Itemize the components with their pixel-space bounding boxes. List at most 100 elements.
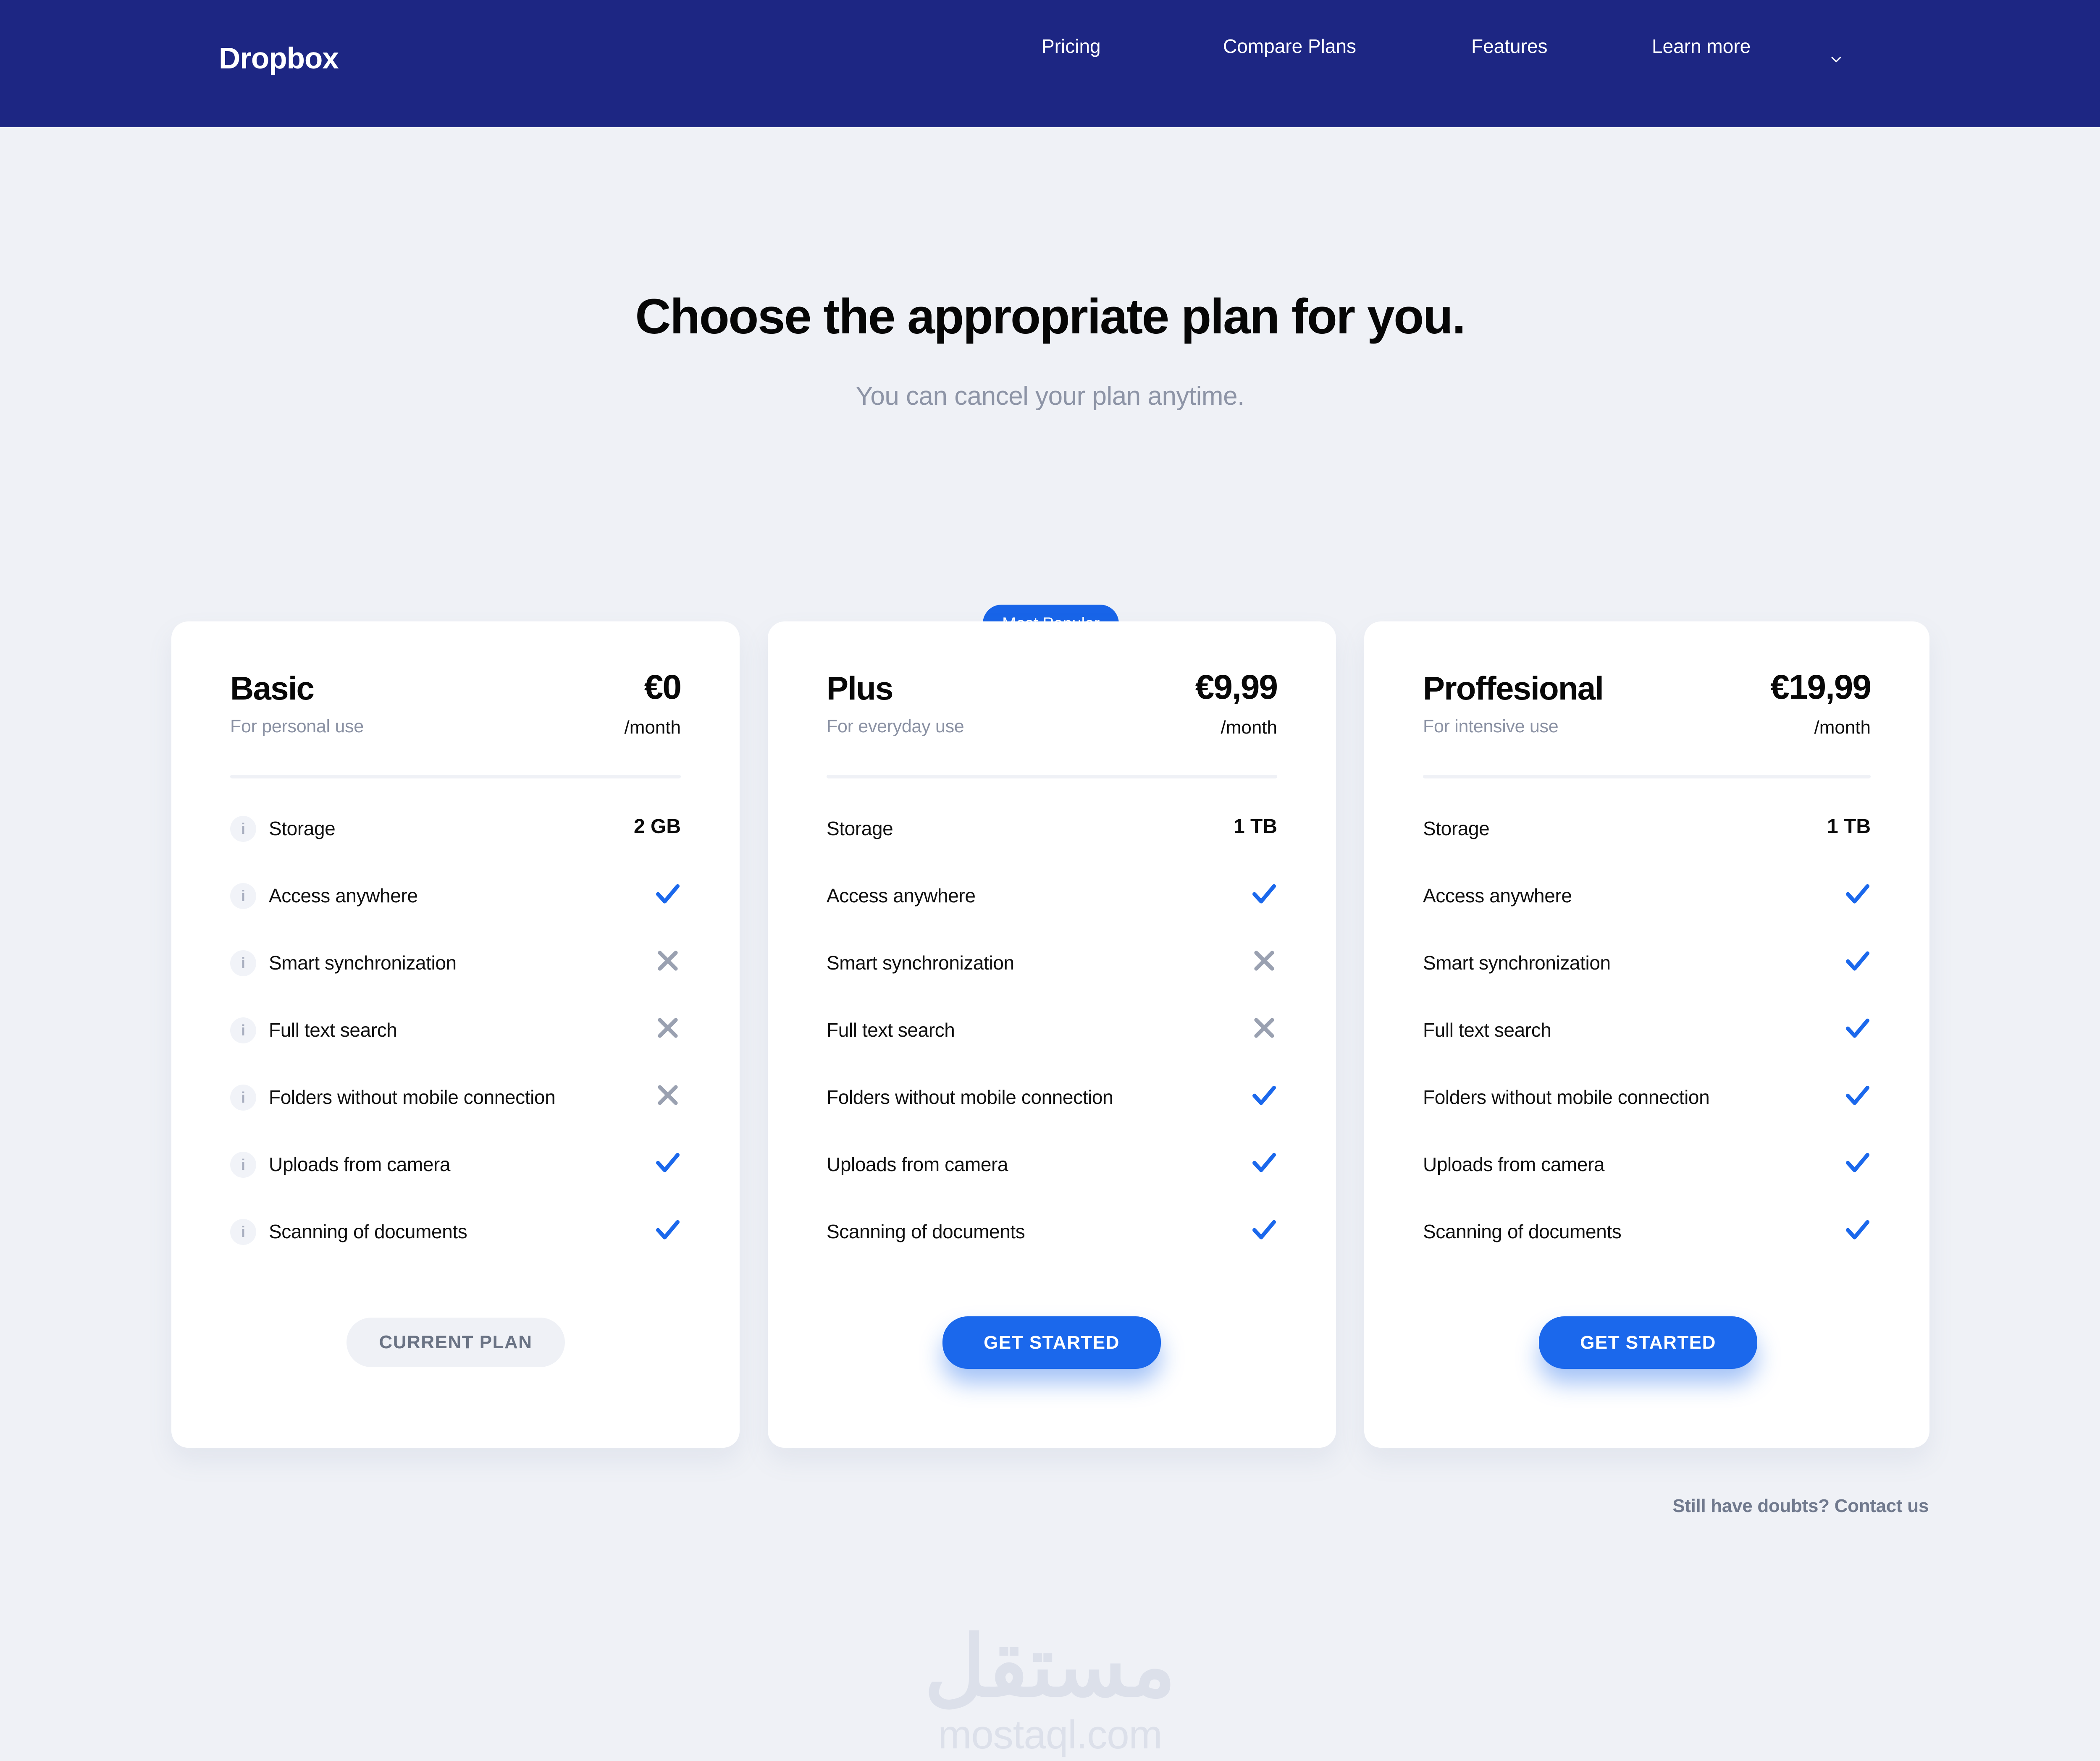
chevron-down-icon[interactable] <box>1829 52 1843 66</box>
check-icon <box>1843 879 1872 908</box>
feature-label: Full text search <box>269 1019 397 1041</box>
card-header: Basic For personal use €0 /month <box>230 668 682 738</box>
info-icon[interactable]: i <box>230 883 256 909</box>
card-header: Proffesional For intensive use €19,99 /m… <box>1423 668 1872 738</box>
feature-row: i Smart synchronization <box>171 934 740 1001</box>
feature-list: i Storage 2 GB i Access anywhere i Smart… <box>171 800 740 1270</box>
card-divider <box>827 775 1277 778</box>
info-icon[interactable]: i <box>230 816 256 842</box>
plan-description: For personal use <box>230 716 364 736</box>
check-icon <box>653 1148 682 1177</box>
info-icon[interactable]: i <box>230 1085 256 1111</box>
feature-label: Uploads from camera <box>827 1153 1008 1175</box>
feature-row: Folders without mobile connection <box>768 1069 1336 1136</box>
info-icon[interactable]: i <box>230 1017 256 1043</box>
feature-label: Access anywhere <box>1423 885 1572 907</box>
feature-label: Uploads from camera <box>269 1153 451 1175</box>
feature-label: Full text search <box>827 1019 955 1041</box>
feature-row: Access anywhere <box>1364 867 1929 934</box>
watermark-arabic-logo: مستقل <box>924 1620 1176 1714</box>
nav-link-compare-plans[interactable]: Compare Plans <box>1223 35 1356 58</box>
top-navigation-bar: Dropbox Pricing Compare Plans Features L… <box>0 0 2100 127</box>
plan-name: Basic <box>230 670 315 707</box>
check-icon <box>1250 1148 1279 1177</box>
feature-row: i Access anywhere <box>171 867 740 934</box>
check-icon <box>1843 1013 1872 1043</box>
nav-link-pricing[interactable]: Pricing <box>1042 35 1101 58</box>
get-started-button-professional[interactable]: GET STARTED <box>1539 1316 1757 1369</box>
check-icon <box>1843 1080 1872 1110</box>
cross-icon <box>653 1013 682 1043</box>
page-title: Choose the appropriate plan for you. <box>635 289 1466 344</box>
feature-row: i Uploads from camera <box>171 1136 740 1203</box>
plan-price: €0 <box>644 668 682 706</box>
info-icon[interactable]: i <box>230 950 256 976</box>
feature-label: Full text search <box>1423 1019 1551 1041</box>
feature-row: Storage 1 TB <box>1364 800 1929 867</box>
feature-row: Storage 1 TB <box>768 800 1336 867</box>
plan-period: /month <box>624 717 681 738</box>
feature-label: Storage <box>1423 818 1490 839</box>
check-icon <box>653 879 682 908</box>
feature-row: Uploads from camera <box>768 1136 1336 1203</box>
info-icon[interactable]: i <box>230 1152 256 1178</box>
feature-label: Smart synchronization <box>269 952 457 974</box>
feature-label: Folders without mobile connection <box>827 1086 1113 1108</box>
get-started-button-plus[interactable]: GET STARTED <box>942 1316 1161 1369</box>
brand-logo[interactable]: Dropbox <box>219 44 339 73</box>
info-icon[interactable]: i <box>230 1219 256 1245</box>
cross-icon <box>653 946 682 975</box>
watermark: مستقل mostaql.com <box>0 1625 2100 1755</box>
feature-label: Smart synchronization <box>827 952 1014 974</box>
feature-row: i Scanning of documents <box>171 1203 740 1270</box>
feature-row: Folders without mobile connection <box>1364 1069 1929 1136</box>
card-divider <box>1423 775 1871 778</box>
feature-row: Uploads from camera <box>1364 1136 1929 1203</box>
plan-description: For intensive use <box>1423 716 1559 736</box>
feature-row: Smart synchronization <box>768 934 1336 1001</box>
feature-list: Storage 1 TB Access anywhere Smart synch… <box>768 800 1336 1270</box>
plan-price: €9,99 <box>1195 668 1278 706</box>
feature-label: Storage <box>269 818 336 839</box>
cross-icon <box>653 1080 682 1110</box>
feature-row: i Storage 2 GB <box>171 800 740 867</box>
feature-list: Storage 1 TB Access anywhere Smart synch… <box>1364 800 1929 1270</box>
check-icon <box>1843 1215 1872 1244</box>
plan-name: Proffesional <box>1423 670 1604 707</box>
feature-value: 1 TB <box>1233 815 1277 838</box>
plan-period: /month <box>1221 717 1277 738</box>
feature-row: Scanning of documents <box>768 1203 1336 1270</box>
feature-label: Folders without mobile connection <box>269 1086 556 1108</box>
plan-period: /month <box>1814 717 1871 738</box>
card-divider <box>230 775 681 778</box>
current-plan-button[interactable]: CURRENT PLAN <box>346 1318 565 1367</box>
page-subtitle: You can cancel your plan anytime. <box>856 382 1244 411</box>
feature-label: Scanning of documents <box>269 1221 467 1242</box>
cross-icon <box>1250 1013 1279 1043</box>
feature-label: Access anywhere <box>269 885 418 907</box>
feature-label: Scanning of documents <box>827 1221 1025 1242</box>
feature-row: Full text search <box>1364 1001 1929 1069</box>
feature-label: Storage <box>827 818 893 839</box>
nav-link-features[interactable]: Features <box>1471 35 1548 58</box>
nav-link-learn-more[interactable]: Learn more <box>1652 35 1751 58</box>
feature-row: Scanning of documents <box>1364 1203 1929 1270</box>
feature-value: 1 TB <box>1827 815 1871 838</box>
feature-value: 2 GB <box>633 815 681 838</box>
card-header: Plus For everyday use €9,99 /month <box>827 668 1278 738</box>
check-icon <box>1843 1148 1872 1177</box>
plan-description: For everyday use <box>827 716 964 736</box>
feature-row: i Folders without mobile connection <box>171 1069 740 1136</box>
feature-label: Folders without mobile connection <box>1423 1086 1710 1108</box>
feature-label: Smart synchronization <box>1423 952 1611 974</box>
contact-us-link[interactable]: Still have doubts? Contact us <box>1672 1496 1929 1517</box>
cross-icon <box>1250 946 1279 975</box>
feature-label: Uploads from camera <box>1423 1153 1605 1175</box>
feature-row: Smart synchronization <box>1364 934 1929 1001</box>
feature-label: Access anywhere <box>827 885 976 907</box>
plan-name: Plus <box>827 670 893 707</box>
check-icon <box>1843 946 1872 975</box>
watermark-domain: mostaql.com <box>938 1712 1162 1757</box>
plan-price: €19,99 <box>1770 668 1872 706</box>
check-icon <box>1250 879 1279 908</box>
